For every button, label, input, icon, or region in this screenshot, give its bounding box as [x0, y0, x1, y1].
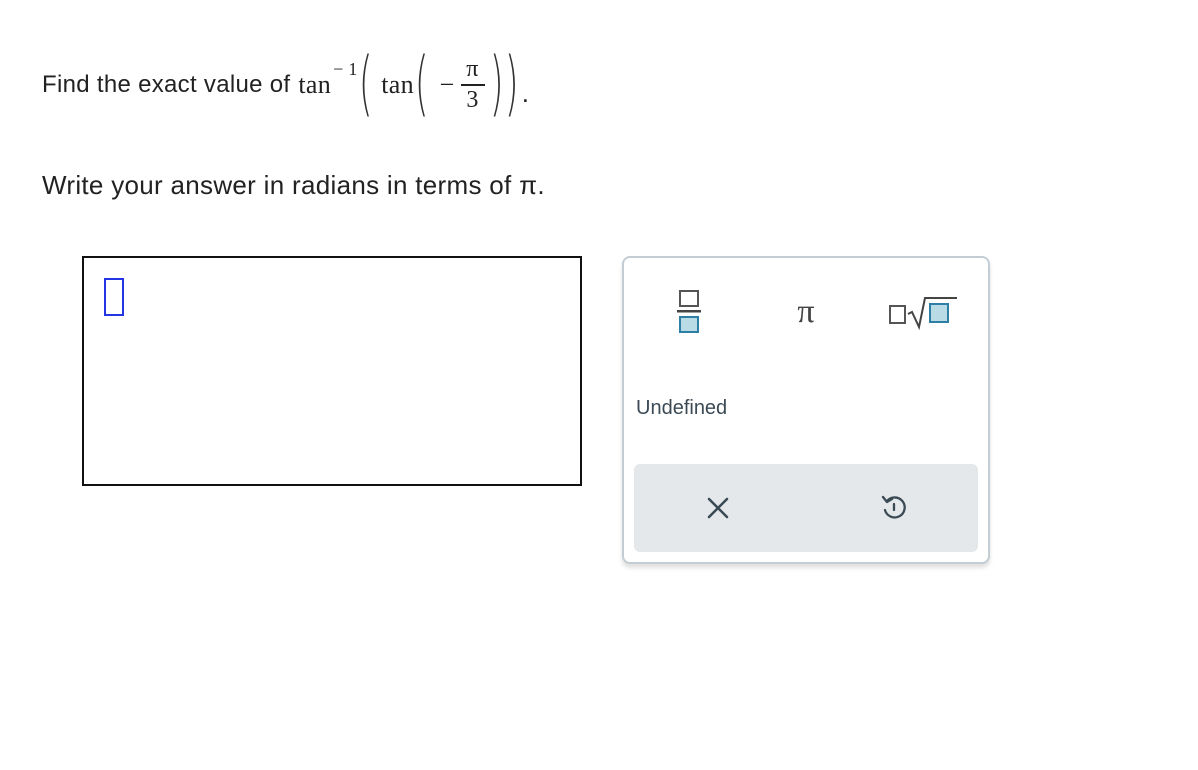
pi-button[interactable]: π [780, 282, 832, 342]
question-period: . [521, 77, 530, 108]
fraction-icon [677, 290, 701, 333]
input-cursor-placeholder[interactable] [104, 278, 124, 316]
undefined-button[interactable]: Undefined [632, 390, 746, 426]
fraction-bar [460, 84, 485, 86]
action-bar [634, 464, 978, 552]
clear-button[interactable] [690, 480, 746, 536]
negative-sign: − [439, 70, 455, 99]
question-prefix: Find the exact value of [42, 71, 291, 98]
math-keypad: π Undefined [622, 256, 990, 564]
square-root-icon [889, 297, 957, 330]
pi-label: π [797, 293, 815, 330]
question-text: Find the exact value of tan − 1 ( tan ( … [42, 40, 529, 130]
pi-over-three-fraction: π 3 [460, 55, 485, 113]
undefined-label: Undefined [636, 396, 728, 419]
undo-icon [881, 495, 906, 519]
outer-tan-function: tan [298, 70, 332, 99]
inner-tan-function: tan [381, 70, 414, 99]
answer-input[interactable] [82, 256, 582, 486]
instruction-text: Write your answer in radians in terms of… [42, 170, 545, 200]
undo-button[interactable] [866, 480, 922, 536]
close-icon [707, 497, 729, 519]
close-paren-outer: ) [505, 42, 519, 124]
fraction-denominator: 3 [466, 87, 479, 113]
close-paren-inner: ) [489, 42, 504, 124]
open-paren-outer: ( [358, 42, 373, 124]
square-root-button[interactable] [878, 282, 968, 342]
fraction-numerator: π [466, 55, 479, 82]
inverse-exponent: − 1 [333, 58, 358, 79]
fraction-button[interactable] [664, 282, 716, 342]
open-paren-inner: ( [414, 42, 429, 124]
